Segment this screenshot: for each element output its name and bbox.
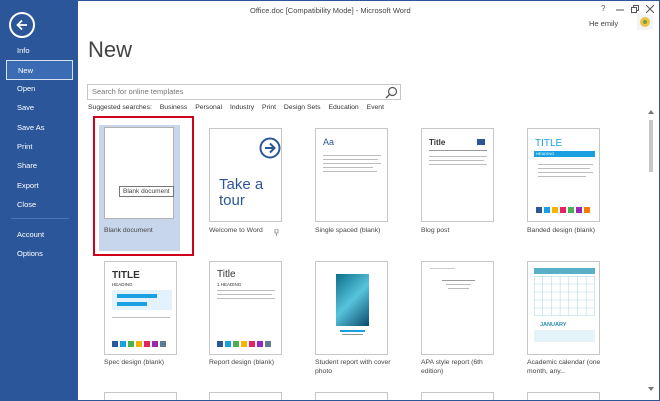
template-thumb-report-design[interactable]: Title 1 HEADING — [209, 261, 282, 355]
template-thumb-row3[interactable] — [421, 392, 494, 400]
template-caption: Academic calendar (one month, any... — [527, 359, 601, 375]
template-caption: Blog post — [421, 227, 450, 234]
template-thumb-spec-design[interactable]: TITLE HEADING — [104, 261, 177, 355]
suggested-searches: Suggested searches: Business Personal In… — [88, 104, 390, 111]
scrollbar[interactable] — [647, 108, 655, 394]
template-thumb-row3[interactable] — [315, 392, 388, 400]
user-name[interactable]: He emily — [589, 19, 618, 28]
spec-title-text: TITLE — [112, 270, 140, 281]
report-title-text: Title — [217, 269, 236, 280]
sidebar-item-save-as[interactable]: Save As — [1, 118, 78, 138]
template-caption: Welcome to Word — [209, 227, 263, 234]
avatar[interactable] — [637, 14, 653, 30]
sidebar-item-print[interactable]: Print — [1, 137, 78, 157]
sidebar-item-open[interactable]: Open — [1, 79, 78, 99]
template-thumb-welcome[interactable]: Take a tour — [209, 128, 282, 222]
window-title: Office.doc [Compatibility Mode] - Micros… — [250, 6, 411, 15]
suggested-business[interactable]: Business — [160, 104, 188, 111]
take-a-tour-text: Take a tour — [219, 176, 264, 209]
cover-photo — [336, 274, 369, 326]
blog-icon — [477, 139, 485, 145]
sidebar-item-account[interactable]: Account — [1, 225, 78, 245]
sidebar-item-close[interactable]: Close — [1, 195, 78, 215]
template-thumb-row3[interactable] — [209, 392, 282, 400]
template-thumb-row3[interactable] — [527, 392, 600, 400]
close-icon[interactable] — [646, 5, 654, 13]
sidebar-item-new[interactable]: New — [6, 60, 73, 80]
arrow-right-icon — [259, 137, 281, 159]
template-thumb-banded-design[interactable]: TITLE HEADING — [527, 128, 600, 222]
template-thumb-single-spaced[interactable]: Aa — [315, 128, 388, 222]
suggested-industry[interactable]: Industry — [230, 104, 254, 111]
spec-heading-text: HEADING — [112, 282, 133, 287]
sidebar-item-info[interactable]: Info — [1, 41, 78, 61]
template-thumb-row3[interactable] — [104, 392, 177, 400]
template-caption: Report design (blank) — [209, 359, 274, 366]
word-backstage-window: Info New Open Save Save As Print Share E… — [0, 0, 660, 401]
suggested-event[interactable]: Event — [367, 104, 384, 111]
calendar-month-text: JANUARY — [540, 322, 567, 328]
template-thumb-apa-report[interactable] — [421, 261, 494, 355]
sidebar-divider — [11, 218, 69, 219]
suggested-label: Suggested searches: — [88, 104, 152, 111]
scroll-up-icon[interactable] — [648, 110, 654, 114]
help-button[interactable]: ? — [601, 4, 605, 13]
template-caption: Single spaced (blank) — [315, 227, 381, 234]
back-button[interactable] — [9, 12, 35, 38]
pin-icon[interactable] — [274, 229, 279, 236]
sidebar-item-export[interactable]: Export — [1, 176, 78, 196]
template-caption: Banded design (blank) — [527, 227, 596, 234]
scroll-down-icon[interactable] — [648, 387, 654, 391]
template-caption: APA style report (6th edition) — [421, 359, 483, 375]
title-bar: Office.doc [Compatibility Mode] - Micros… — [78, 1, 659, 25]
back-arrow-icon — [16, 19, 27, 31]
search-box[interactable]: Search for online templates — [87, 84, 401, 100]
banded-title-text: TITLE — [535, 138, 563, 149]
suggested-print[interactable]: Print — [262, 104, 276, 111]
selection-highlight — [93, 116, 194, 256]
template-thumb-academic-calendar[interactable]: JANUARY — [527, 261, 600, 355]
template-caption: Spec design (blank) — [104, 359, 165, 366]
template-thumb-student-report[interactable] — [315, 261, 388, 355]
blog-title-text: Title — [429, 138, 446, 147]
minimize-icon[interactable] — [616, 7, 624, 13]
page-title: New — [88, 37, 133, 62]
sidebar-item-options[interactable]: Options — [1, 244, 78, 264]
aa-text: Aa — [323, 137, 335, 147]
sidebar-item-share[interactable]: Share — [1, 156, 78, 176]
banded-heading-text: HEADING — [534, 151, 595, 157]
suggested-design-sets[interactable]: Design Sets — [284, 104, 321, 111]
report-heading-text: 1 HEADING — [217, 282, 242, 287]
suggested-personal[interactable]: Personal — [195, 104, 222, 111]
calendar-grid — [534, 276, 595, 316]
suggested-education[interactable]: Education — [328, 104, 358, 111]
restore-icon[interactable] — [631, 5, 639, 13]
scroll-thumb[interactable] — [649, 120, 653, 172]
template-thumb-blog-post[interactable]: Title — [421, 128, 494, 222]
backstage-sidebar: Info New Open Save Save As Print Share E… — [1, 1, 78, 400]
template-caption: Student report with cover photo — [315, 359, 391, 375]
search-icon[interactable] — [385, 86, 398, 99]
sidebar-item-save[interactable]: Save — [1, 98, 78, 118]
search-input[interactable]: Search for online templates — [92, 87, 183, 96]
